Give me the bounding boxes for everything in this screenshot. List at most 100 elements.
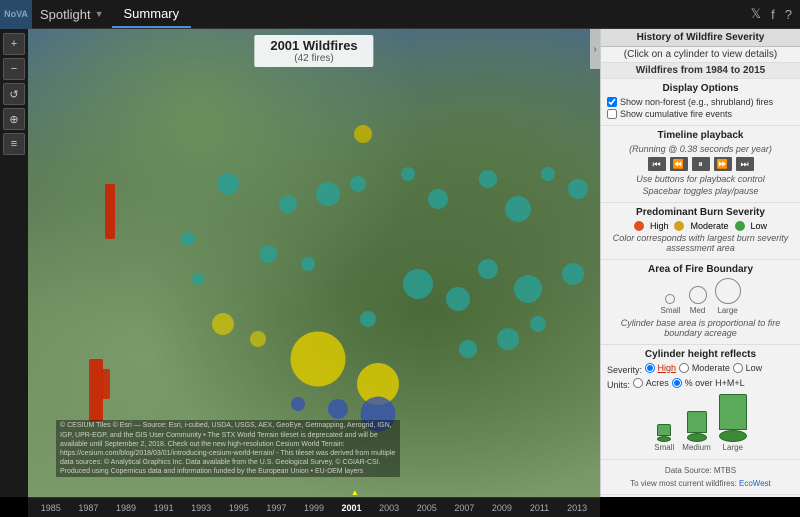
fire-marker-teal-21[interactable] [259, 245, 277, 263]
spotlight-button[interactable]: Spotlight ▼ [32, 0, 112, 28]
severity-moderate-label: Moderate [690, 221, 728, 231]
right-panel: History of Wildfire Severity (Click on a… [600, 29, 800, 497]
fire-marker-teal-4[interactable] [350, 176, 366, 192]
fire-marker-teal-13[interactable] [478, 259, 498, 279]
source-text: Data Source: MTBS [607, 464, 794, 477]
spacebar-note: Spacebar toggles play/pause [607, 186, 794, 196]
timeline-year-2013[interactable]: 2013 [558, 503, 596, 513]
severity-moderate-radio[interactable] [679, 363, 689, 373]
boundary-circle-legend: Small Med Large [607, 278, 794, 315]
ecowest-link[interactable]: EcoWest [739, 479, 771, 488]
help-icon[interactable]: ? [785, 7, 792, 22]
fire-marker-teal-1[interactable] [217, 173, 239, 195]
cylinder-block: Cylinder height reflects Severity: High … [601, 345, 800, 460]
timeline-year-2011[interactable]: 2011 [521, 503, 559, 513]
severity-high-radio[interactable] [645, 363, 655, 373]
play-pause-button[interactable]: ⏸ [692, 157, 710, 171]
units-acres-radio[interactable] [633, 378, 643, 388]
fire-marker-blue-3[interactable] [291, 397, 305, 411]
twitter-icon[interactable]: 𝕏 [751, 6, 761, 22]
units-percent-label: % over H+M+L [672, 378, 745, 388]
panel-main-subtitle: (Click on a cylinder to view details) [601, 47, 800, 63]
severity-low-radio-label: Low [733, 363, 763, 373]
severity-high-radio-text: High [658, 363, 677, 373]
fire-marker-teal-10[interactable] [568, 179, 588, 199]
fire-marker-teal-11[interactable] [403, 269, 433, 299]
timeline-year-2009[interactable]: 2009 [483, 503, 521, 513]
timeline-year-2007[interactable]: 2007 [446, 503, 484, 513]
cumulative-checkbox-row: Show cumulative fire events [607, 109, 794, 119]
fire-marker-teal-18[interactable] [497, 328, 519, 350]
timeline-year-1993[interactable]: 1993 [182, 503, 220, 513]
fire-marker-yellow-3[interactable] [212, 313, 234, 335]
cylinder-large: Large [719, 394, 747, 452]
layers-button[interactable]: ⊕ [3, 108, 25, 130]
timeline-year-2001[interactable]: 2001 [333, 503, 371, 513]
severity-note: Color corresponds with largest burn seve… [607, 233, 794, 253]
timeline-year-1985[interactable]: 1985 [32, 503, 70, 513]
fire-marker-yellow-1[interactable] [291, 332, 346, 387]
severity-high-dot [634, 221, 644, 231]
reset-button[interactable]: ↺ [3, 83, 25, 105]
boundary-title: Area of Fire Boundary [607, 264, 794, 275]
boundary-large-circle [715, 278, 741, 304]
fire-marker-teal-5[interactable] [401, 167, 415, 181]
timeline-year-1987[interactable]: 1987 [70, 503, 108, 513]
fire-marker-yellow-4[interactable] [250, 331, 266, 347]
fire-marker-teal-17[interactable] [459, 340, 477, 358]
severity-radio-row: Severity: High Moderate Low [607, 363, 794, 376]
severity-moderate-dot [674, 221, 684, 231]
cumulative-checkbox[interactable] [607, 109, 617, 119]
fire-marker-teal-23[interactable] [192, 273, 204, 285]
panel-main-title: History of Wildfire Severity [601, 29, 800, 47]
timeline-year-1995[interactable]: 1995 [220, 503, 258, 513]
fire-marker-red-3[interactable] [102, 369, 110, 399]
play-end-button[interactable]: ⏭ [736, 157, 754, 171]
severity-low-radio[interactable] [733, 363, 743, 373]
panel-toggle-button[interactable]: › [590, 29, 600, 69]
fire-marker-teal-14[interactable] [514, 275, 542, 303]
fire-marker-teal-22[interactable] [301, 257, 315, 271]
fire-marker-teal-19[interactable] [530, 316, 546, 332]
play-back-button[interactable]: ⏪ [670, 157, 688, 171]
menu-button[interactable]: ≡ [3, 133, 25, 155]
playback-controls: ⏮ ⏪ ⏸ ⏩ ⏭ [607, 157, 794, 171]
cylinder-title: Cylinder height reflects [607, 349, 794, 360]
nonforest-checkbox[interactable] [607, 97, 617, 107]
units-row: Units: Acres % over H+M+L [607, 378, 794, 391]
fire-marker-teal-8[interactable] [505, 196, 531, 222]
fire-marker-teal-6[interactable] [428, 189, 448, 209]
units-percent-radio[interactable] [672, 378, 682, 388]
timeline-year-2003[interactable]: 2003 [370, 503, 408, 513]
fire-marker-teal-16[interactable] [360, 311, 376, 327]
map-title: 2001 Wildfires (42 fires) [254, 35, 373, 67]
summary-tab[interactable]: Summary [112, 0, 192, 28]
fire-marker-teal-3[interactable] [316, 182, 340, 206]
fire-marker-teal-15[interactable] [562, 263, 584, 285]
zoom-out-button[interactable]: − [3, 58, 25, 80]
timeline-year-1999[interactable]: 1999 [295, 503, 333, 513]
source-block: Data Source: MTBS To view most current w… [601, 460, 800, 495]
cyl-large-label: Large [723, 443, 743, 452]
timeline-year-1991[interactable]: 1991 [145, 503, 183, 513]
fire-marker-teal-12[interactable] [446, 287, 470, 311]
fire-marker-teal-2[interactable] [279, 195, 297, 213]
fire-marker-blue-1[interactable] [361, 397, 396, 432]
map[interactable]: 2001 Wildfires (42 fires) [28, 29, 600, 497]
timeline-year-1989[interactable]: 1989 [107, 503, 145, 513]
fire-marker-blue-2[interactable] [328, 399, 348, 419]
fire-marker-teal-9[interactable] [541, 167, 555, 181]
fire-marker-red-2[interactable] [89, 359, 103, 421]
zoom-in-button[interactable]: + [3, 33, 25, 55]
fire-marker-teal-7[interactable] [479, 170, 497, 188]
fire-marker-teal-20[interactable] [181, 232, 195, 246]
fire-marker-yellow-5[interactable] [354, 125, 372, 143]
timeline-year-1997[interactable]: 1997 [258, 503, 296, 513]
play-begin-button[interactable]: ⏮ [648, 157, 666, 171]
play-forward-button[interactable]: ⏩ [714, 157, 732, 171]
severity-moderate-radio-label: Moderate [679, 363, 730, 373]
spotlight-label: Spotlight [40, 7, 91, 22]
timeline-year-2005[interactable]: 2005 [408, 503, 446, 513]
fire-marker-red-1[interactable] [105, 184, 115, 239]
facebook-icon[interactable]: f [771, 7, 775, 22]
